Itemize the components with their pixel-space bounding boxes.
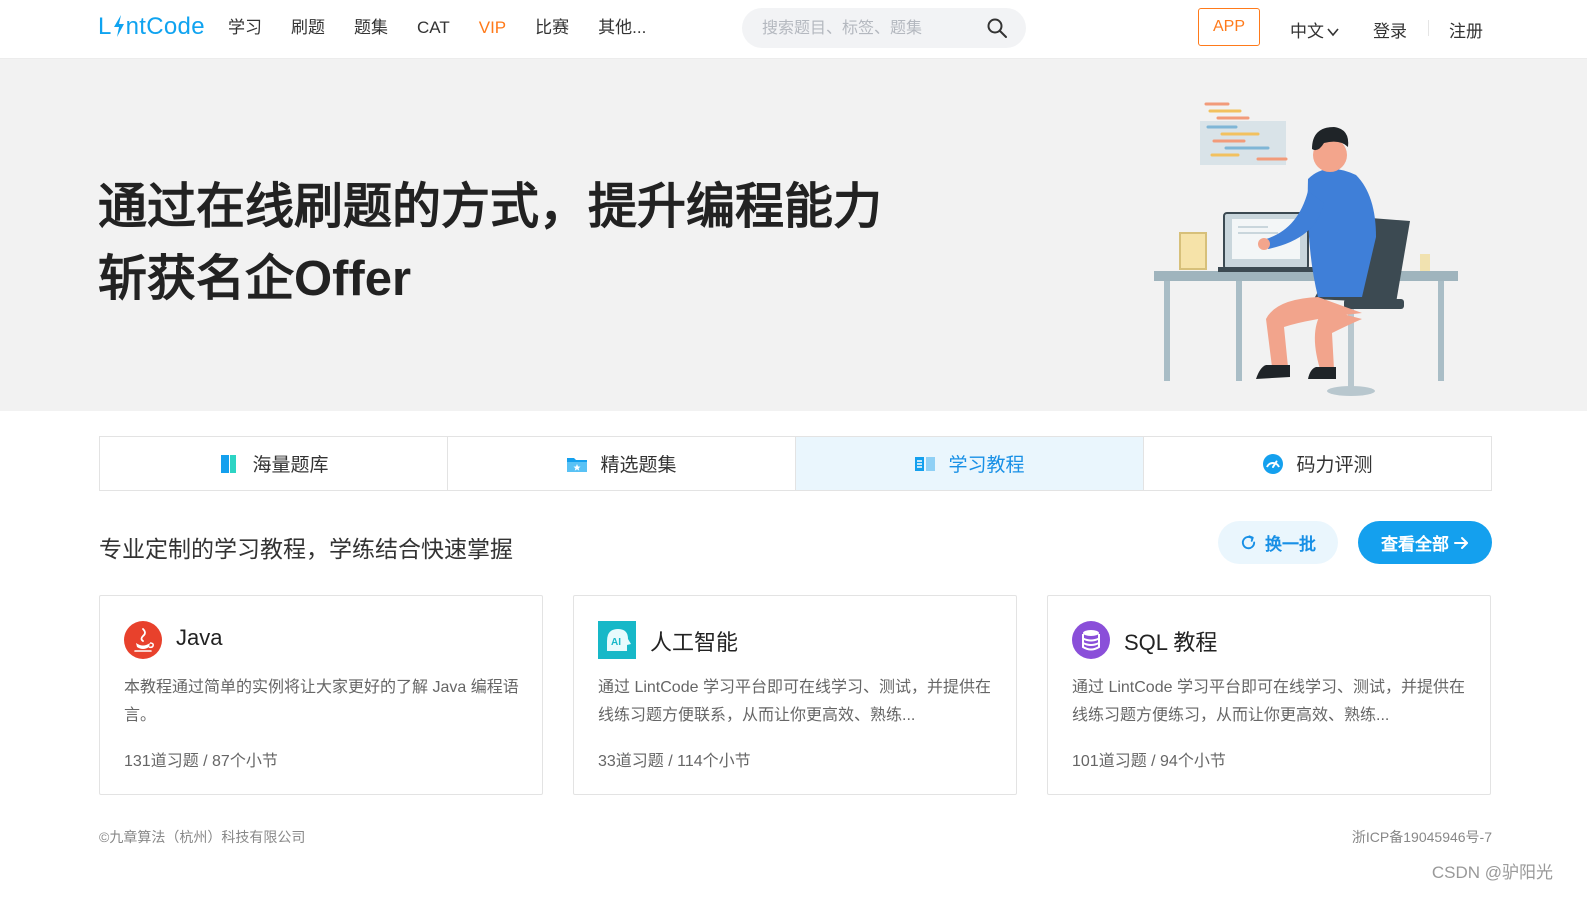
tab-label: 精选题集 <box>600 455 677 476</box>
nav-item-practice[interactable]: 刷题 <box>291 17 325 39</box>
tab-question-bank[interactable]: 海量题库 <box>100 437 448 490</box>
course-description: 通过 LintCode 学习平台即可在线学习、测试，并提供在线练习题方便练习，从… <box>1072 679 1465 724</box>
course-title: SQL 教程 <box>1124 630 1218 655</box>
programmer-illustration <box>1154 102 1458 396</box>
tab-coding-assessment[interactable]: 码力评测 <box>1144 437 1491 490</box>
nav-item-vip[interactable]: VIP <box>479 17 506 39</box>
hero-title: 通过在线刷题的方式，提升编程能力 斩获名企Offer <box>98 171 882 315</box>
nav-item-more[interactable]: 其他... <box>598 17 646 39</box>
logo-text-prefix: L <box>98 13 112 40</box>
view-all-button[interactable]: 查看全部 <box>1358 521 1492 564</box>
header-divider <box>1428 20 1429 36</box>
course-title: 人工智能 <box>650 630 739 655</box>
java-icon <box>124 621 162 659</box>
course-stats: 33道习题 / 114个小节 <box>598 753 751 770</box>
refresh-button[interactable]: 换一批 <box>1218 521 1338 564</box>
course-description: 本教程通过简单的实例将让大家更好的了解 Java 编程语言。 <box>124 679 519 724</box>
bolt-icon <box>113 15 124 37</box>
search-icon[interactable] <box>986 17 1008 39</box>
hero-title-line1: 通过在线刷题的方式，提升编程能力 <box>98 180 883 234</box>
language-label: 中文 <box>1290 22 1324 41</box>
tab-selected-sets[interactable]: 精选题集 <box>448 437 796 490</box>
tab-tutorials[interactable]: 学习教程 <box>796 437 1144 490</box>
tab-label: 海量题库 <box>252 455 329 476</box>
book-icon <box>221 454 237 473</box>
course-description: 通过 LintCode 学习平台即可在线学习、测试，并提供在线练习题方便联系，从… <box>598 679 991 724</box>
tab-label: 学习教程 <box>948 455 1025 476</box>
course-card-java[interactable]: Java 本教程通过简单的实例将让大家更好的了解 Java 编程语言。 131道… <box>99 595 543 795</box>
svg-text:AI: AI <box>611 637 621 648</box>
lintcode-logo[interactable]: LntCode <box>98 13 205 41</box>
folder-icon <box>567 457 588 472</box>
login-link[interactable]: 登录 <box>1373 17 1407 42</box>
search-input[interactable] <box>760 8 974 50</box>
refresh-icon <box>1241 535 1256 550</box>
course-card-ai[interactable]: AI 人工智能 通过 LintCode 学习平台即可在线学习、测试，并提供在线练… <box>573 595 1017 795</box>
arrow-right-icon <box>1454 536 1468 549</box>
course-stats: 101道习题 / 94个小节 <box>1072 753 1226 770</box>
gauge-icon <box>1263 453 1284 474</box>
tab-label: 码力评测 <box>1296 455 1373 476</box>
course-card-sql[interactable]: SQL 教程 通过 LintCode 学习平台即可在线学习、测试，并提供在线练习… <box>1047 595 1491 795</box>
tutorial-icon <box>915 456 936 471</box>
language-selector[interactable]: 中文 <box>1290 17 1339 42</box>
database-icon <box>1072 621 1110 659</box>
logo-text-suffix: ntCode <box>125 13 205 40</box>
chevron-down-icon <box>1327 28 1339 37</box>
nav-item-problem-sets[interactable]: 题集 <box>354 17 388 39</box>
section-title: 专业定制的学习教程，学练结合快速掌握 <box>99 536 513 562</box>
app-button[interactable]: APP <box>1198 8 1260 46</box>
nav-item-contest[interactable]: 比赛 <box>535 17 569 39</box>
main-nav: 学习 刷题 题集 CAT VIP 比赛 其他... <box>228 17 675 39</box>
category-tabs: 海量题库 精选题集 学习教程 码力评测 <box>99 436 1492 491</box>
top-navbar: LntCode 学习 刷题 题集 CAT VIP 比赛 其他... APP 中文… <box>0 0 1587 59</box>
course-stats: 131道习题 / 87个小节 <box>124 753 278 770</box>
refresh-label: 换一批 <box>1265 535 1316 554</box>
ai-icon: AI <box>598 621 636 659</box>
icp-license-link[interactable]: 浙ICP备19045946号-7 <box>1352 827 1492 847</box>
view-all-label: 查看全部 <box>1381 535 1449 554</box>
hero-banner: 通过在线刷题的方式，提升编程能力 斩获名企Offer <box>0 59 1587 411</box>
search-box <box>742 8 1026 50</box>
hero-title-line2: 斩获名企Offer <box>98 252 412 306</box>
copyright-text: ©九章算法（杭州）科技有限公司 <box>99 829 306 845</box>
nav-item-learn[interactable]: 学习 <box>228 17 262 39</box>
nav-item-cat[interactable]: CAT <box>417 17 450 39</box>
course-title: Java <box>176 625 223 650</box>
register-link[interactable]: 注册 <box>1449 17 1483 42</box>
csdn-watermark: CSDN @驴阳光 <box>1431 863 1553 882</box>
